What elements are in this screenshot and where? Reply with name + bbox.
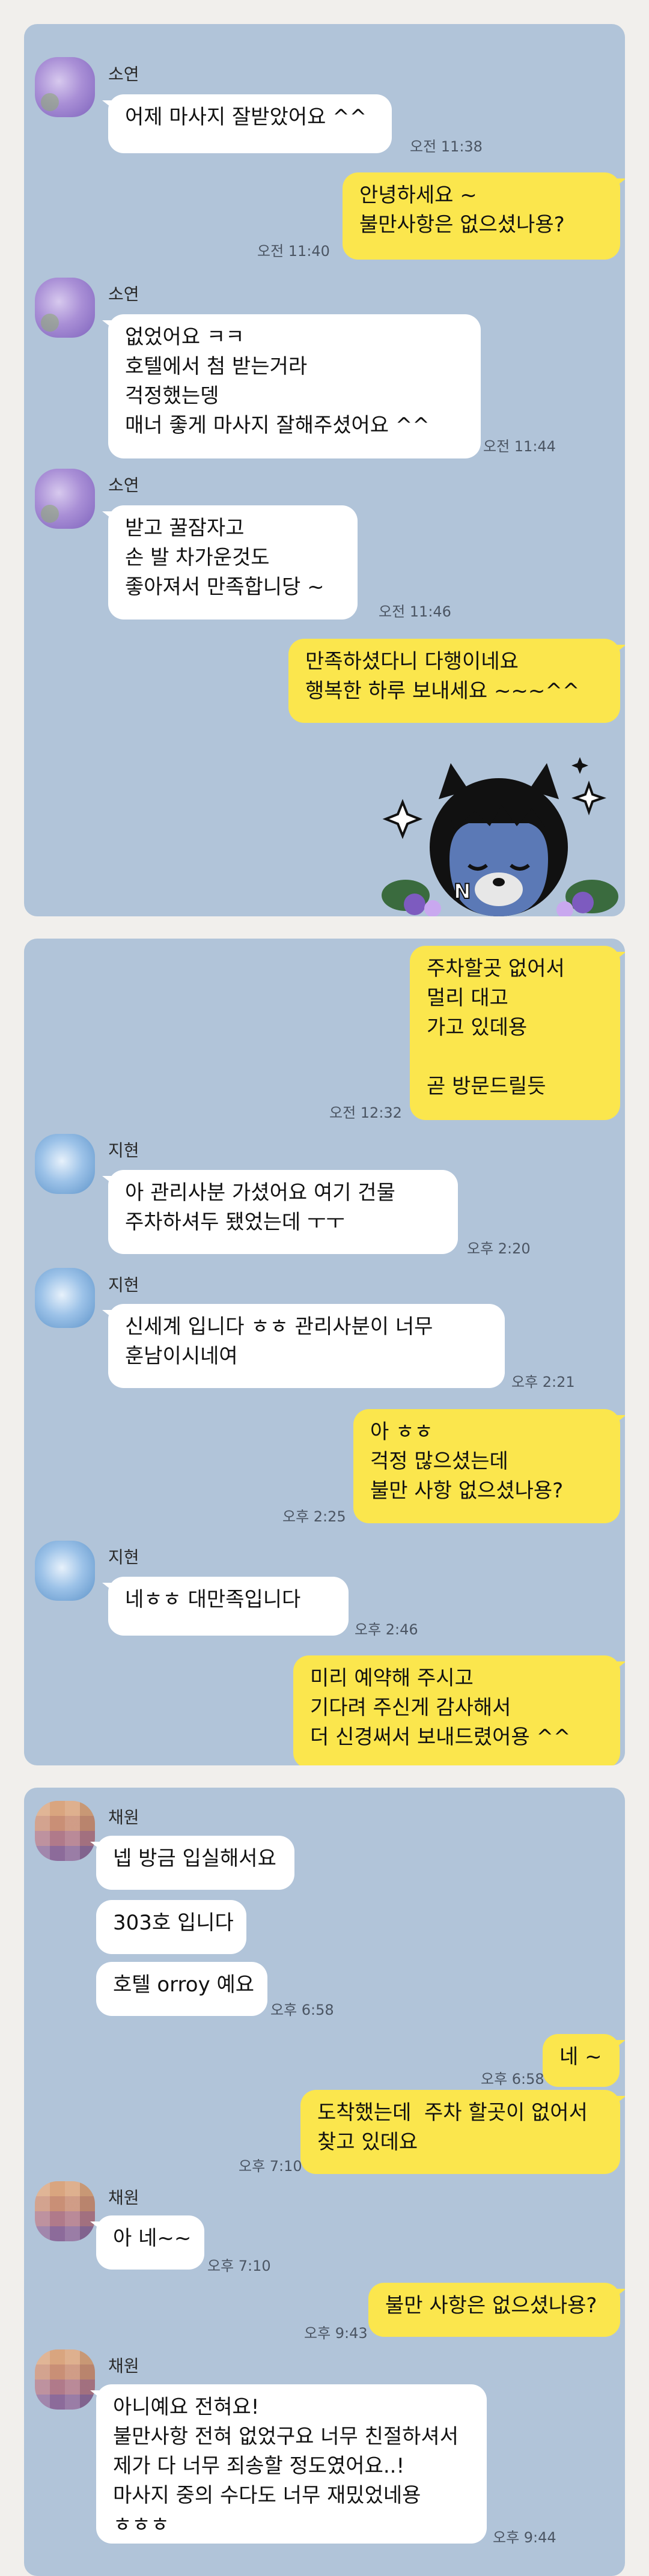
message-bubble[interactable]: 신세계 입니다 ㅎㅎ 관리사분이 너무 훈남이시네여 [102, 1304, 505, 1388]
message-bubble[interactable]: 아 ㅎㅎ 걱정 많으셨는데 불만 사항 없으셨나용? [353, 1409, 625, 1523]
message-time: 오후 2:25 [282, 1508, 346, 1525]
message-bubble[interactable]: 받고 꿀잠자고 손 발 차가운것도 좋아져서 만족합니당 ~ [102, 505, 358, 620]
message-bubble[interactable]: 미리 예약해 주시고 기다려 주신게 감사해서 더 신경써서 보내드렸어용 ^^ [293, 1655, 625, 1765]
message-time: 오후 2:20 [467, 1240, 531, 1257]
sender-name: 채원 [108, 2356, 139, 2376]
message-bubble[interactable]: 주차할곳 없어서 멀리 대고 가고 있데용 곧 방문드릴듯 [410, 946, 625, 1120]
message-bubble[interactable]: 네ㅎㅎ 대만족입니다 [102, 1577, 349, 1636]
sender-name: 소연 [108, 284, 139, 304]
sender-name: 지현 [108, 1547, 139, 1567]
chat-panel-2: 주차할곳 없어서 멀리 대고 가고 있데용 곧 방문드릴듯 오전 12:32 지… [24, 939, 625, 1765]
message-time: 오후 6:58 [270, 2002, 334, 2018]
message-bubble[interactable]: 어제 마사지 잘받았어요 ^^ [102, 94, 392, 153]
avatar[interactable] [35, 2181, 95, 2241]
message-time: 오전 11:46 [379, 603, 451, 620]
avatar[interactable] [35, 278, 95, 338]
avatar[interactable] [35, 469, 95, 529]
avatar[interactable] [35, 1801, 95, 1861]
avatar[interactable] [35, 1541, 95, 1601]
message-time: 오후 9:43 [304, 2325, 368, 2342]
sender-name: 소연 [108, 64, 139, 84]
message-time: 오후 2:46 [355, 1621, 418, 1638]
message-time: 오전 11:38 [410, 138, 483, 155]
message-bubble[interactable]: 303호 입니다 [96, 1900, 246, 1954]
avatar[interactable] [35, 57, 95, 117]
chat-panel-1: 소연 어제 마사지 잘받았어요 ^^ 오전 11:38 안녕하세요 ~ 불만사항… [24, 24, 625, 916]
message-bubble[interactable]: 만족하셨다니 다행이네요 행복한 하루 보내세요 ~~~^^ [288, 639, 625, 723]
svg-text:N: N [454, 880, 471, 904]
sender-name: 소연 [108, 475, 139, 495]
message-bubble[interactable]: 도착했는데 주차 할곳이 없어서 찾고 있데요 [300, 2090, 625, 2174]
avatar[interactable] [35, 1134, 95, 1194]
message-bubble[interactable]: 안녕하세요 ~ 불만사항은 없으셨나용? [343, 172, 625, 260]
message-bubble[interactable]: 없었어요 ㅋㅋ 호텔에서 첨 받는거라 걱정했는뎅 매너 좋게 마사지 잘해주셨… [102, 314, 481, 458]
message-time: 오후 6:58 [481, 2071, 544, 2087]
sender-name: 지현 [108, 1275, 139, 1295]
message-time: 오후 2:21 [511, 1374, 575, 1390]
chat-panel-3: 채원 넵 방금 입실해서요 303호 입니다 호텔 orroy 예요 오후 6:… [24, 1788, 625, 2576]
message-bubble[interactable]: 아 네~~ [90, 2215, 204, 2270]
sender-name: 채원 [108, 1807, 139, 1827]
message-bubble[interactable]: 호텔 orroy 예요 [96, 1962, 267, 2016]
sender-name: 채원 [108, 2188, 139, 2208]
message-time: 오후 7:10 [207, 2258, 271, 2274]
avatar[interactable] [35, 1268, 95, 1328]
message-time: 오전 11:40 [257, 243, 330, 260]
message-bubble[interactable]: 아니예요 전혀요! 불만사항 전혀 없었구요 너무 친절하셔서 제가 다 너무 … [90, 2384, 487, 2544]
message-time: 오후 7:10 [239, 2158, 302, 2175]
avatar[interactable] [35, 2349, 95, 2410]
message-bubble[interactable]: 아 관리사분 가셨어요 여기 건물 주차하셔두 됐었는데 ㅜㅜ [102, 1170, 458, 1254]
message-time: 오후 9:44 [493, 2529, 556, 2546]
message-bubble[interactable]: 불만 사항은 없으셨나용? [368, 2283, 625, 2337]
message-bubble[interactable]: 네 ~ [543, 2034, 625, 2087]
kakao-friend-sticker-icon[interactable]: N [379, 745, 619, 916]
message-bubble[interactable]: 넵 방금 입실해서요 [90, 1836, 294, 1890]
message-time: 오전 11:44 [483, 438, 556, 455]
sender-name: 지현 [108, 1140, 139, 1160]
message-time: 오전 12:32 [329, 1104, 402, 1121]
